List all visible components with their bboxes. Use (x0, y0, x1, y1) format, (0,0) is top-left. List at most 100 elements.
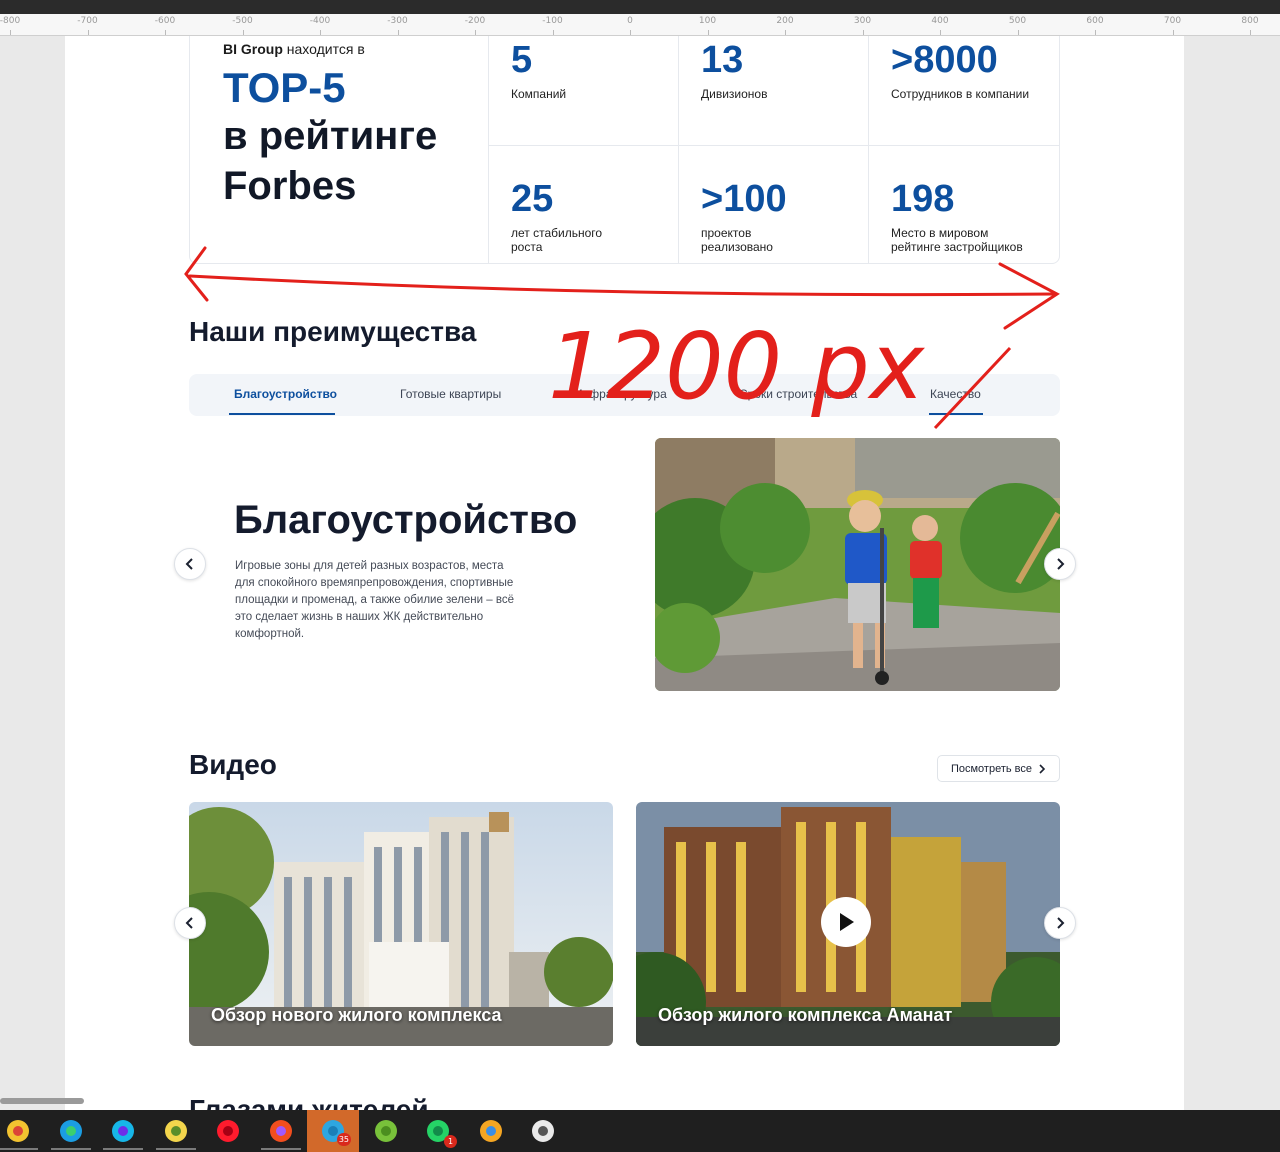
video-card[interactable]: Обзор жилого комплекса Аманат (636, 802, 1060, 1046)
video-card[interactable]: Обзор нового жилого комплекса (189, 802, 613, 1046)
view-all-button[interactable]: Посмотреть все (937, 755, 1060, 782)
ruler-tick-mark (1095, 30, 1096, 35)
design-canvas[interactable]: BI Group находится в ТОP-5 в рейтинге Fo… (0, 36, 1280, 1110)
stat-cell: 198 Место в мировом рейтинге застройщико… (869, 146, 1059, 264)
stat-label: лет стабильного роста (511, 226, 603, 254)
ruler-tick-label: -200 (464, 16, 486, 26)
image-viewer-icon (164, 1120, 187, 1142)
tab-ready-apartments[interactable]: Готовые квартиры (400, 387, 501, 401)
tab-construction-terms[interactable]: Сроки строительства (739, 387, 857, 401)
active-tab-indicator (229, 413, 335, 415)
running-indicator (155, 1148, 196, 1150)
running-indicator (50, 1148, 91, 1150)
chrome-icon (7, 1120, 29, 1142)
ruler-tick-label: 0 (627, 16, 633, 26)
ruler-tick-label: -800 (0, 16, 21, 26)
play-icon (840, 913, 854, 931)
ruler-tick-mark (397, 30, 399, 35)
stats-block: BI Group находится в ТОP-5 в рейтинге Fo… (189, 36, 1060, 264)
ruler-tick-mark (10, 30, 11, 35)
taskbar-app-button[interactable] (371, 1116, 401, 1146)
ruler-tick-label: 700 (1163, 16, 1182, 26)
ruler-tick-mark (242, 30, 244, 35)
slide-text: Игровые зоны для детей разных возрастов,… (235, 560, 514, 640)
running-indicator (0, 1148, 38, 1150)
taskbar-app-button[interactable] (161, 1116, 191, 1146)
forbes-intro-text: находится в (282, 41, 365, 57)
taskbar-app-button[interactable]: 1 (423, 1116, 457, 1148)
ruler-tick-label: -300 (387, 16, 408, 26)
slider-next-button[interactable] (1044, 548, 1076, 580)
ruler-tick-label: 600 (1086, 16, 1104, 26)
stat-cell: 5 Компаний (489, 36, 679, 146)
ruler-tick-label: 100 (698, 16, 717, 26)
opera-icon (217, 1120, 239, 1142)
play-button[interactable] (821, 897, 871, 947)
advantages-tabs: Благоустройство Готовые квартиры Инфраст… (189, 374, 1060, 416)
view-all-label: Посмотреть все (950, 762, 1033, 775)
taskbar-app-button[interactable] (108, 1116, 138, 1146)
slide-title: Благоустройство (234, 498, 578, 542)
ruler-tick-mark (165, 30, 166, 35)
stat-label: проектов реализовано (701, 226, 773, 254)
taskbar-app-button[interactable] (476, 1116, 506, 1146)
horizontal-scrollbar[interactable] (0, 1098, 84, 1104)
ruler-tick-label: 800 (1241, 16, 1259, 26)
tab-infrastructure[interactable]: Инфраструктура (574, 387, 667, 401)
ruler-tick-mark (552, 30, 554, 35)
tab-landscaping[interactable]: Благоустройство (234, 387, 337, 401)
next-section-heading: Глазами жителей (189, 1094, 429, 1110)
stat-cell: >8000 Сотрудников в компании (869, 36, 1059, 146)
webstorm-icon (112, 1120, 134, 1142)
taskbar-app-button[interactable] (528, 1116, 558, 1146)
ruler-tick-mark (320, 30, 321, 35)
ruler-tick-mark (87, 30, 89, 35)
video-next-button[interactable] (1044, 907, 1076, 939)
page-frame: BI Group находится в ТОP-5 в рейтинге Fo… (65, 36, 1184, 1110)
stat-value: >8000 (891, 39, 998, 81)
running-indicator (103, 1148, 143, 1150)
stat-cell: >100 проектов реализовано (679, 146, 869, 264)
video-caption: Обзор жилого комплекса Аманат (658, 1005, 953, 1025)
video-caption: Обзор нового жилого комплекса (211, 1005, 502, 1025)
stat-cell: 25 лет стабильного роста (489, 146, 679, 264)
stat-value: >100 (701, 178, 787, 220)
chevron-right-icon (1057, 917, 1065, 929)
ruler-tick-mark (707, 30, 709, 35)
ruler-tick-mark (1250, 30, 1251, 35)
taskbar-app-button[interactable] (56, 1116, 86, 1146)
taskbar-app-button[interactable] (213, 1116, 243, 1146)
utorrent-icon (374, 1120, 397, 1142)
forbes-panel: BI Group находится в ТОP-5 в рейтинге Fo… (190, 36, 489, 263)
ruler-tick-label: -600 (154, 16, 176, 26)
hover-tab-indicator (929, 413, 983, 415)
video-prev-button[interactable] (174, 907, 206, 939)
ruler-tick-mark (1017, 30, 1019, 35)
ruler-tick-mark (785, 30, 786, 35)
tab-quality[interactable]: Качество (930, 387, 981, 401)
taskbar-app-button[interactable] (266, 1116, 296, 1146)
stat-value: 25 (511, 178, 554, 220)
slider-prev-button[interactable] (174, 548, 206, 580)
stat-value: 13 (701, 39, 744, 81)
ruler-tick-mark (940, 30, 941, 35)
forbes-intro: BI Group находится в (223, 41, 488, 57)
forbes-rating-text: в рейтинге Forbes (223, 114, 438, 208)
notification-badge: 35 (336, 1133, 351, 1146)
taskbar-app-button[interactable] (3, 1116, 33, 1146)
chevron-left-icon (185, 917, 193, 929)
stat-value: 198 (891, 178, 955, 220)
stat-label: Дивизионов (701, 87, 768, 101)
chevron-left-icon (185, 558, 193, 570)
running-indicator (260, 1148, 301, 1150)
ruler-tick-label: -500 (232, 16, 253, 26)
ruler-tick-mark (630, 30, 631, 35)
taskbar-app-button[interactable]: 35 (307, 1110, 359, 1152)
ruler-tick-mark (1172, 30, 1174, 35)
ruler-tick-label: 300 (853, 16, 872, 26)
stat-label: Сотрудников в компании (891, 87, 1030, 101)
chevron-right-icon (1057, 558, 1065, 570)
ruler-tick-label: 400 (931, 16, 949, 26)
ruler-tick-label: 200 (776, 16, 794, 26)
windows-taskbar: 35 1 (0, 1110, 1280, 1152)
